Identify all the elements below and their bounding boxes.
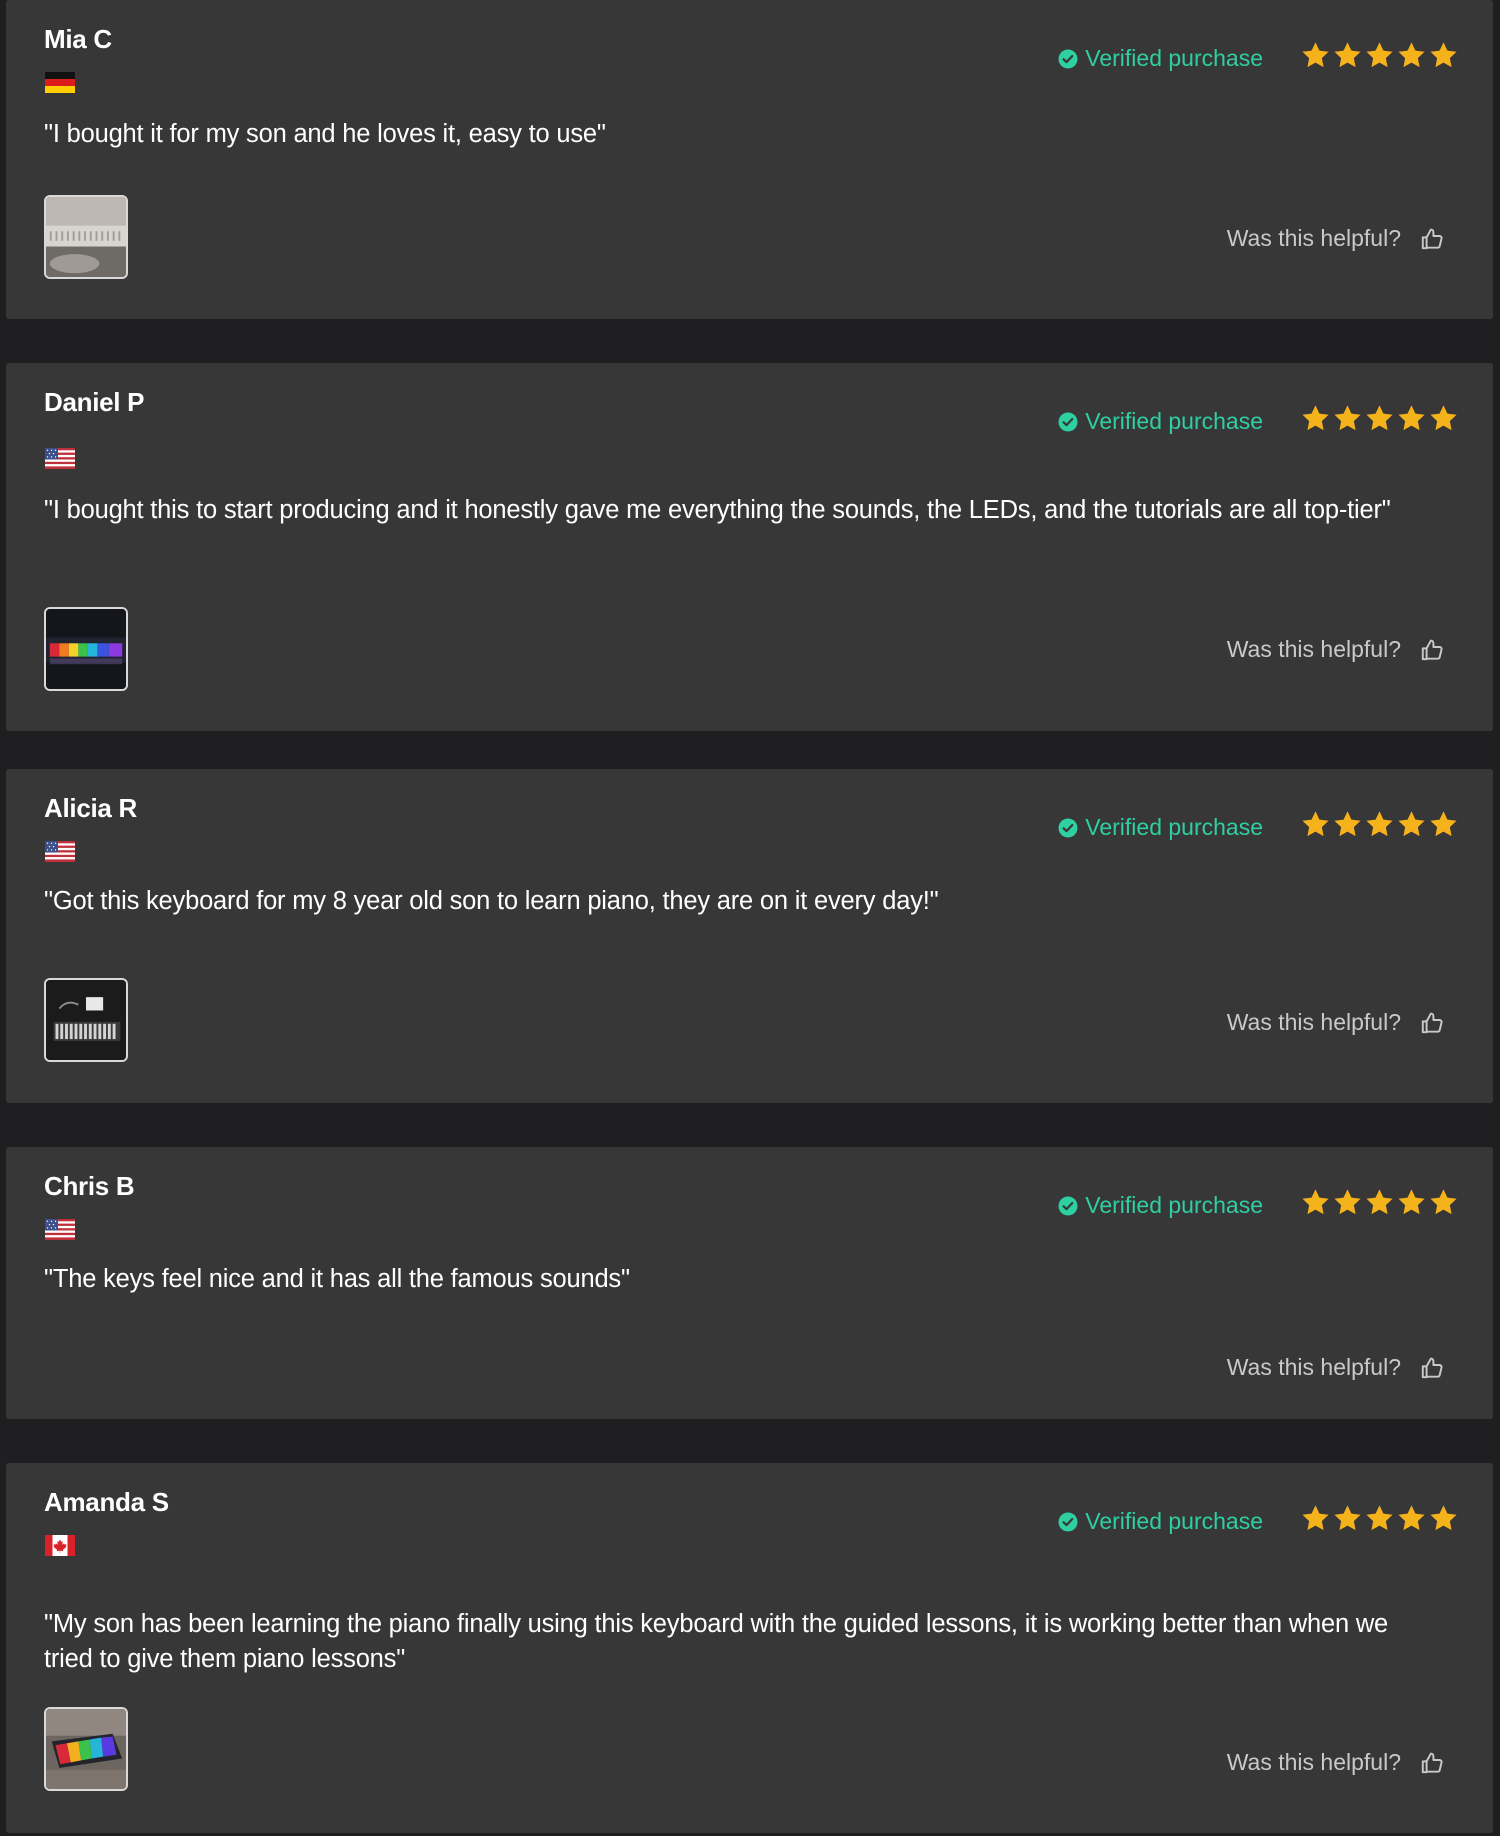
- flag-germany-icon: [45, 72, 75, 93]
- star-icon: [1300, 403, 1331, 434]
- helpful-label: Was this helpful?: [1226, 1009, 1401, 1035]
- helpful-label: Was this helpful?: [1226, 1354, 1401, 1380]
- verified-label: Verified purchase: [1085, 814, 1263, 840]
- helpful-button[interactable]: Was this helpful?: [1227, 1749, 1445, 1776]
- helpful-label: Was this helpful?: [1226, 636, 1401, 662]
- reviewer-name: Chris B: [44, 1171, 135, 1201]
- verified-badge: Verified purchase: [1058, 1192, 1263, 1219]
- reviewer-name: Mia C: [44, 24, 112, 54]
- verified-badge: Verified purchase: [1058, 408, 1263, 435]
- star-icon: [1332, 403, 1363, 434]
- star-rating: [1300, 40, 1459, 71]
- reviewer-name: Daniel P: [44, 387, 145, 417]
- star-icon: [1428, 1503, 1459, 1534]
- check-circle-icon: [1058, 1512, 1078, 1532]
- keyboard-photo-image: [46, 197, 126, 277]
- review-text: "Got this keyboard for my 8 year old son…: [44, 887, 939, 915]
- keyboard-photo-image: [46, 609, 126, 689]
- check-circle-icon: [1058, 49, 1078, 69]
- flag-usa-icon: [45, 448, 75, 469]
- check-circle-icon: [1058, 412, 1078, 432]
- star-icon: [1300, 40, 1331, 71]
- check-circle-icon: [1058, 818, 1078, 838]
- flag-canada-icon: [45, 1535, 75, 1556]
- star-icon: [1332, 1187, 1363, 1218]
- helpful-label: Was this helpful?: [1226, 1749, 1401, 1775]
- star-icon: [1300, 1503, 1331, 1534]
- helpful-button[interactable]: Was this helpful?: [1227, 225, 1445, 252]
- star-icon: [1332, 40, 1363, 71]
- verified-badge: Verified purchase: [1058, 1508, 1263, 1535]
- star-icon: [1396, 1503, 1427, 1534]
- thumbs-up-icon: [1419, 1355, 1445, 1381]
- review-card: Mia C Verified purchase "I bought it for…: [6, 0, 1493, 319]
- review-photo-thumbnail[interactable]: [44, 978, 128, 1062]
- star-icon: [1300, 809, 1331, 840]
- star-icon: [1396, 40, 1427, 71]
- star-rating: [1300, 1187, 1459, 1218]
- verified-label: Verified purchase: [1085, 1192, 1263, 1218]
- star-icon: [1364, 809, 1395, 840]
- star-icon: [1364, 40, 1395, 71]
- star-rating: [1300, 809, 1459, 840]
- star-icon: [1364, 403, 1395, 434]
- helpful-button[interactable]: Was this helpful?: [1227, 1009, 1445, 1036]
- star-rating: [1300, 1503, 1459, 1534]
- review-photo-thumbnail[interactable]: [44, 607, 128, 691]
- check-circle-icon: [1058, 1196, 1078, 1216]
- star-icon: [1428, 403, 1459, 434]
- review-card: Amanda S Verified purchase "My son has b…: [6, 1463, 1493, 1833]
- star-icon: [1396, 1187, 1427, 1218]
- star-icon: [1364, 1187, 1395, 1218]
- keyboard-photo-image: [46, 980, 126, 1060]
- star-icon: [1300, 1187, 1331, 1218]
- verified-label: Verified purchase: [1085, 45, 1263, 71]
- review-photo-thumbnail[interactable]: [44, 195, 128, 279]
- flag-usa-icon: [45, 1219, 75, 1240]
- review-card: Alicia R Verified purchase "Got this key…: [6, 769, 1493, 1103]
- star-icon: [1428, 40, 1459, 71]
- star-rating: [1300, 403, 1459, 434]
- review-text: "My son has been learning the piano fina…: [44, 1610, 1389, 1673]
- verified-badge: Verified purchase: [1058, 814, 1263, 841]
- helpful-button[interactable]: Was this helpful?: [1227, 636, 1445, 663]
- star-icon: [1396, 403, 1427, 434]
- verified-badge: Verified purchase: [1058, 45, 1263, 72]
- star-icon: [1332, 809, 1363, 840]
- star-icon: [1428, 1187, 1459, 1218]
- keyboard-photo-image: [46, 1709, 126, 1789]
- review-card: Chris B Verified purchase "The keys feel…: [6, 1147, 1493, 1419]
- review-text: "I bought it for my son and he loves it,…: [44, 120, 606, 148]
- star-icon: [1364, 1503, 1395, 1534]
- review-text: "I bought this to start producing and it…: [44, 496, 1391, 524]
- reviewer-name: Amanda S: [44, 1487, 169, 1517]
- helpful-button[interactable]: Was this helpful?: [1227, 1354, 1445, 1381]
- review-text: "The keys feel nice and it has all the f…: [44, 1265, 630, 1293]
- star-icon: [1332, 1503, 1363, 1534]
- thumbs-up-icon: [1419, 1750, 1445, 1776]
- verified-label: Verified purchase: [1085, 1508, 1263, 1534]
- thumbs-up-icon: [1419, 226, 1445, 252]
- reviewer-name: Alicia R: [44, 793, 137, 823]
- flag-usa-icon: [45, 841, 75, 862]
- star-icon: [1396, 809, 1427, 840]
- verified-label: Verified purchase: [1085, 408, 1263, 434]
- star-icon: [1428, 809, 1459, 840]
- review-card: Daniel P Verified purchase "I bought thi…: [6, 363, 1493, 731]
- thumbs-up-icon: [1419, 637, 1445, 663]
- helpful-label: Was this helpful?: [1226, 225, 1401, 251]
- thumbs-up-icon: [1419, 1010, 1445, 1036]
- review-photo-thumbnail[interactable]: [44, 1707, 128, 1791]
